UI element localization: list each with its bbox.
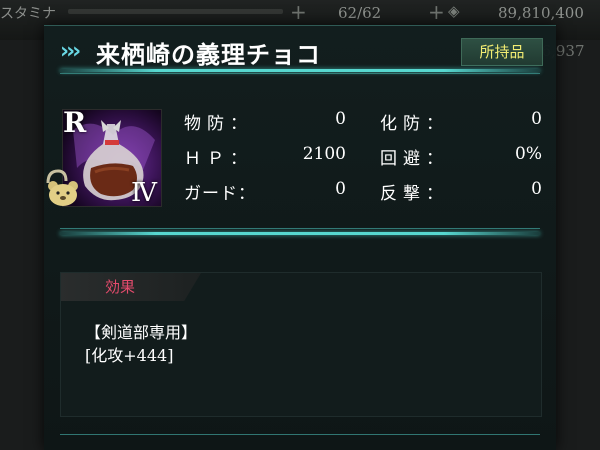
title-separator-thin bbox=[60, 73, 540, 74]
stamina-value: 62/62 bbox=[338, 4, 382, 22]
stat-value: 2100 bbox=[302, 144, 346, 164]
rank-label: Ⅳ bbox=[131, 178, 157, 207]
effect-tab-label: 効果 bbox=[105, 278, 136, 296]
item-title: 来栖崎の義理チョコ bbox=[96, 40, 321, 69]
title-row: ››› 来栖崎の義理チョコ 所持品 bbox=[44, 25, 556, 83]
rarity-label: R bbox=[63, 109, 87, 139]
stats-grid: 物防： 0 化防： 0 ＨＰ： 2100 回避： 0% ガード： 0 反撃： 0 bbox=[184, 109, 544, 214]
stats-separator-thin bbox=[60, 228, 540, 229]
stat-label: 反撃： bbox=[380, 184, 449, 204]
bottom-separator bbox=[60, 434, 540, 435]
effect-panel: 効果 【剣道部専用】 [化攻+444] bbox=[60, 272, 542, 417]
bear-lock-icon[interactable] bbox=[42, 169, 82, 207]
owned-items-badge[interactable]: 所持品 bbox=[461, 38, 543, 66]
stat-value: 0 bbox=[531, 109, 542, 129]
stat-value: 0 bbox=[335, 109, 346, 129]
stat-label: ガード： bbox=[184, 184, 256, 204]
stat-row: ＨＰ： 2100 回避： 0% bbox=[184, 144, 544, 179]
item-icon: R Ⅳ bbox=[46, 109, 164, 207]
stats-separator bbox=[60, 232, 540, 235]
item-detail-dialog: ››› 来栖崎の義理チョコ 所持品 R Ⅳ 物防： 0 化防： 0 ＨＰ： 21… bbox=[44, 25, 556, 450]
stat-label: ＨＰ： bbox=[184, 149, 253, 169]
stat-row: ガード： 0 反撃： 0 bbox=[184, 179, 544, 214]
stat-label: 物防： bbox=[184, 114, 253, 134]
stat-value: 0 bbox=[335, 179, 346, 199]
stat-label: 化防： bbox=[380, 114, 449, 134]
triple-chevron-icon: ››› bbox=[60, 39, 81, 64]
stat-row: 物防： 0 化防： 0 bbox=[184, 109, 544, 144]
stat-value: 0% bbox=[515, 144, 542, 164]
currency-plus-icon[interactable]: + bbox=[428, 0, 445, 24]
coin-icon: ◈ bbox=[448, 2, 460, 20]
title-separator bbox=[60, 69, 540, 72]
stat-value: 0 bbox=[531, 179, 542, 199]
stamina-label: スタミナ bbox=[0, 6, 56, 22]
effect-line: [化攻+444] bbox=[85, 346, 174, 365]
stat-label: 回避： bbox=[380, 149, 449, 169]
stamina-bar bbox=[68, 9, 283, 14]
effect-line: 【剣道部専用】 bbox=[85, 323, 198, 342]
stamina-plus-icon[interactable]: + bbox=[290, 0, 307, 24]
currency-value: 89,810,400 bbox=[498, 4, 584, 22]
